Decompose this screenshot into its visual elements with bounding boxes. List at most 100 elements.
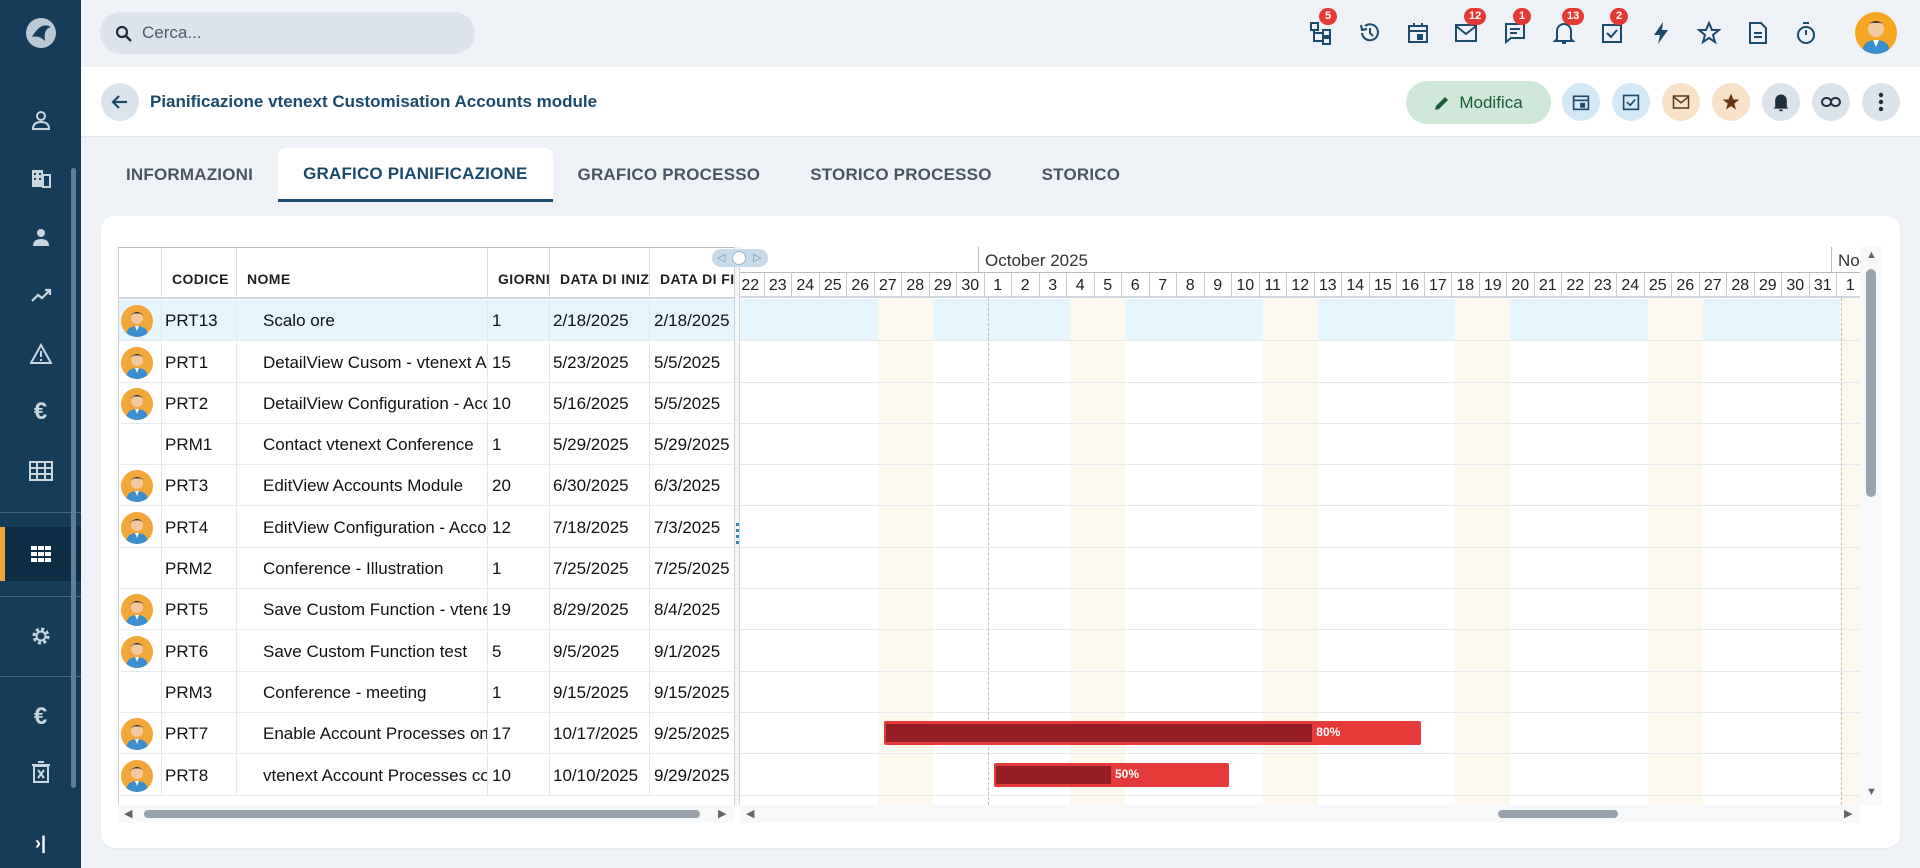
table-row[interactable]: PRT7 Enable Account Processes on 17 10/17/2… [119, 713, 734, 754]
row-name[interactable]: DetailView Cusom - vtenext Accounts [237, 342, 488, 383]
table-row[interactable]: PRT3 EditView Accounts Module 20 6/30/2025 6… [119, 465, 734, 506]
tasks-icon[interactable]: 2 [1596, 8, 1628, 49]
table-icon[interactable] [0, 444, 81, 498]
row-name[interactable]: Scalo ore [237, 300, 488, 341]
follow-button[interactable] [1762, 83, 1800, 121]
mail-icon[interactable]: 12 [1450, 8, 1487, 49]
tab-informazioni[interactable]: INFORMAZIONI [101, 148, 278, 202]
lightning-icon[interactable] [1645, 17, 1677, 49]
row-name[interactable]: Conference - meeting [237, 672, 488, 713]
row-avatar-cell [119, 300, 162, 341]
scroll-up-icon[interactable]: ▲ [1866, 249, 1877, 261]
splitter-grip[interactable] [736, 523, 739, 545]
contacts-icon[interactable] [0, 93, 81, 147]
tab-grafico-processo[interactable]: GRAFICO PROCESSO [553, 148, 786, 202]
search-box[interactable] [100, 12, 475, 54]
link-button[interactable] [1812, 83, 1850, 121]
row-name[interactable]: DetailView Configuration - Accounts [237, 383, 488, 424]
grid-scroll-right-icon[interactable]: ▶ [718, 807, 726, 820]
gantt-scroll-thumb[interactable] [1498, 810, 1618, 818]
euro-icon[interactable]: € [0, 385, 81, 439]
processes-icon[interactable]: 5 [1305, 8, 1337, 49]
row-name[interactable]: Conference - Illustration [237, 548, 488, 589]
back-button[interactable] [101, 83, 139, 121]
more-options-button[interactable] [1862, 83, 1900, 121]
tab-storico-processo[interactable]: STORICO PROCESSO [785, 148, 1016, 202]
user-avatar[interactable] [1855, 12, 1897, 54]
search-input[interactable] [142, 23, 442, 43]
sidebar-scrollbar[interactable] [71, 168, 76, 788]
row-days: 17 [488, 713, 550, 754]
row-name[interactable]: Enable Account Processes on [237, 713, 488, 754]
row-code: PRM2 [162, 548, 237, 589]
add-task-button[interactable] [1612, 83, 1650, 121]
person-icon[interactable] [0, 210, 81, 264]
gantt-scroll-right-icon[interactable]: ▶ [1844, 807, 1852, 820]
vertical-scroll-thumb[interactable] [1866, 269, 1876, 497]
timer-icon[interactable] [1790, 17, 1822, 49]
tab-storico[interactable]: STORICO [1017, 148, 1146, 202]
star-icon[interactable] [1693, 17, 1725, 49]
row-avatar-cell [119, 713, 162, 754]
gantt-day-label: 4 [1066, 273, 1094, 298]
bell-ring-icon [1773, 94, 1789, 112]
gantt-horizontal-scrollbar[interactable]: ◀ ▶ [740, 805, 1860, 823]
calendar-icon[interactable] [1402, 17, 1434, 49]
table-row[interactable]: PRM1 Contact vtenext Conference 1 5/29/2025… [119, 424, 734, 465]
collapse-left-icon[interactable]: ◁ [717, 251, 725, 264]
row-name[interactable]: Save Custom Function test [237, 631, 488, 672]
row-end-date: 6/3/2025 [650, 465, 734, 506]
expand-sidebar-icon[interactable]: ›| [0, 816, 81, 868]
mail-icon [1672, 95, 1690, 109]
app-logo[interactable] [0, 0, 81, 66]
row-name[interactable]: vtenext Account Processes config [237, 755, 488, 796]
gantt-day-label: 3 [1038, 273, 1066, 298]
trash-icon[interactable] [0, 745, 81, 799]
table-row[interactable]: PRT8vtenext Account Processes config1010… [119, 755, 734, 796]
table-row[interactable]: PRM3 Conference - meeting 1 9/15/2025 9/15/2… [119, 672, 734, 713]
warning-icon[interactable] [0, 327, 81, 381]
row-end-date: 9/15/2025 [650, 672, 734, 713]
document-icon[interactable] [1742, 17, 1774, 49]
chat-icon[interactable]: 1 [1499, 8, 1531, 49]
grid-scroll-left-icon[interactable]: ◀ [124, 807, 132, 820]
row-name[interactable]: Contact vtenext Conference [237, 424, 488, 465]
gantt-day-label: 11 [1258, 273, 1286, 298]
row-avatar-cell [119, 548, 162, 589]
send-mail-button[interactable] [1662, 83, 1700, 121]
row-name[interactable]: EditView Configuration - Accounts [237, 507, 488, 548]
add-event-button[interactable] [1562, 83, 1600, 121]
history-icon[interactable] [1354, 17, 1386, 49]
table-row[interactable]: PRT2DetailView Configuration - Accounts1… [119, 383, 734, 424]
grid-header-start[interactable]: DATA DI INIZIO [550, 248, 650, 299]
edit-button[interactable]: Modifica [1406, 81, 1551, 124]
grid-scroll-thumb[interactable] [144, 810, 700, 818]
notifications-bell-icon[interactable]: 13 [1548, 8, 1585, 49]
gantt-vertical-scrollbar[interactable]: ▲ ▼ [1860, 247, 1882, 805]
grid-apps-icon[interactable] [0, 527, 81, 581]
accounts-building-icon[interactable] [0, 151, 81, 205]
gantt-scroll-left-icon[interactable]: ◀ [746, 807, 754, 820]
gantt-task-bar[interactable]: 50% [993, 763, 1229, 787]
grid-horizontal-scrollbar[interactable]: ◀ ▶ [118, 805, 734, 823]
favorite-button[interactable] [1712, 83, 1750, 121]
table-row[interactable]: PRT4EditView Configuration - Accounts127… [119, 507, 734, 548]
table-row[interactable]: PRM2 Conference - Illustration 1 7/25/2025 7… [119, 548, 734, 589]
euro-secondary-icon[interactable]: € [0, 690, 81, 744]
grid-header-name[interactable]: NOME [237, 248, 488, 299]
table-row[interactable]: PRT13 Scalo ore 1 2/18/2025 2/18/2025 [119, 300, 734, 341]
tab-grafico-pianificazione[interactable]: GRAFICO PIANIFICAZIONE [278, 148, 553, 202]
row-name[interactable]: EditView Accounts Module [237, 465, 488, 506]
grid-header-days[interactable]: GIORNI [488, 248, 550, 299]
table-row[interactable]: PRT1DetailView Cusom - vtenext Accounts1… [119, 342, 734, 383]
trending-up-icon[interactable] [0, 268, 81, 322]
scroll-down-icon[interactable]: ▼ [1866, 786, 1877, 798]
gantt-row-line [740, 340, 1860, 341]
row-name[interactable]: Save Custom Function - vtenext [237, 589, 488, 630]
table-row[interactable]: PRT6 Save Custom Function test 5 9/5/2025 9/… [119, 631, 734, 672]
avatar [121, 387, 153, 420]
table-row[interactable]: PRT5 Save Custom Function - vtenext 19 8/29… [119, 589, 734, 630]
grid-header-code[interactable]: CODICE [162, 248, 237, 299]
gantt-task-bar[interactable]: 80% [883, 721, 1421, 745]
settings-gear-icon[interactable] [0, 609, 81, 663]
